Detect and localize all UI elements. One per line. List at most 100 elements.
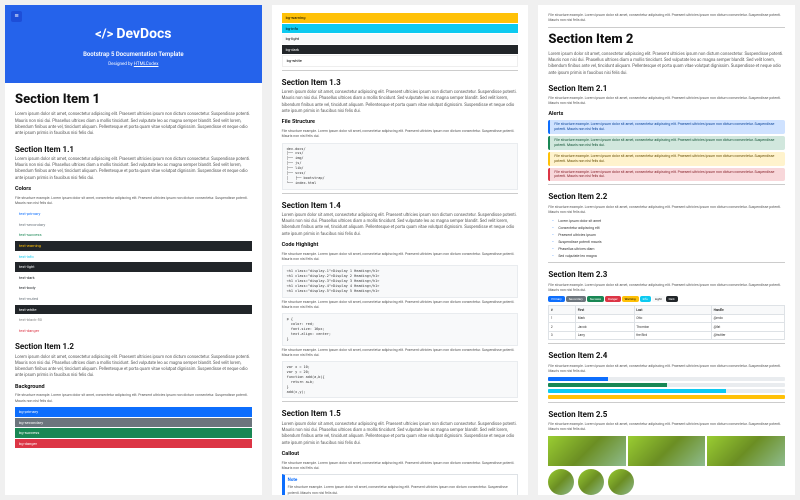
circle-images xyxy=(548,469,785,495)
text-light-swatch: text-light xyxy=(15,262,252,272)
content-area-1: Section Item 1 Lorem ipsum dolor sit ame… xyxy=(5,83,262,495)
designer-link[interactable]: HTMLCodex xyxy=(134,62,159,67)
list-item: Consectetur adipiscing elit xyxy=(552,225,785,232)
alerts-heading: Alerts xyxy=(548,111,785,119)
section-1-desc: Lorem ipsum dolor sit amet, consectetur … xyxy=(15,112,252,137)
circle-image xyxy=(608,469,634,495)
preview-column-1: ≡ </> DevDocs Bootstrap 5 Documentation … xyxy=(5,5,262,495)
css-code-desc: File structure example. Lorem ipsum dolo… xyxy=(282,300,519,311)
divider xyxy=(548,184,785,185)
badge: Primary xyxy=(548,296,564,302)
filetree-code: dev-docs/ ├── css/ ├── img/ ├── js/ ├── … xyxy=(282,143,519,190)
section-1-5-title: Section Item 1.5 xyxy=(282,408,519,419)
badge: Danger xyxy=(605,296,621,302)
badge-row: PrimarySecondarySuccessDangerWarningInfo… xyxy=(548,296,785,303)
bg-danger-swatch: bg-danger xyxy=(15,439,252,449)
bg-secondary-swatch: bg-secondary xyxy=(15,418,252,428)
colors-heading: Colors xyxy=(15,186,252,194)
text-secondary-swatch: text-secondary xyxy=(15,220,252,230)
preview-column-2: bg-warning bg-info bg-light bg-dark bg-w… xyxy=(272,5,529,495)
css-code-block: p { color: red; font-size: 16px; text-al… xyxy=(282,313,519,345)
alert-success: File structure example. Lorem ipsum dolo… xyxy=(548,136,785,150)
text-info-swatch: text-info xyxy=(15,252,252,262)
section-2-5-title: Section Item 2.5 xyxy=(548,409,785,420)
progress-success xyxy=(548,383,785,387)
callout-heading: Callout xyxy=(282,451,519,459)
section-2-2-desc: File structure example. Lorem ipsum dolo… xyxy=(548,205,785,216)
bg-warning-swatch: bg-warning xyxy=(282,13,519,23)
divider xyxy=(282,70,519,71)
list-item: Suspendisse potenti mauris xyxy=(552,239,785,246)
section-1-3-desc: Lorem ipsum dolor sit amet, consectetur … xyxy=(282,90,519,115)
section-1-5-desc: Lorem ipsum dolor sit amet, consectetur … xyxy=(282,422,519,447)
data-table: #FirstLastHandle1MarkOtto@mdo2JacobThorn… xyxy=(548,305,785,340)
codehighlight-desc: File structure example. Lorem ipsum dolo… xyxy=(282,252,519,263)
image-placeholder xyxy=(628,436,706,466)
filestructure-desc: File structure example. Lorem ipsum dolo… xyxy=(282,129,519,140)
circle-image xyxy=(548,469,574,495)
text-white-swatch: text-white xyxy=(15,305,252,315)
divider xyxy=(282,193,519,194)
colors-desc: File structure example. Lorem ipsum dolo… xyxy=(15,196,252,207)
bg-info-swatch: bg-info xyxy=(282,24,519,34)
bg-white-swatch: bg-white xyxy=(282,55,519,67)
divider xyxy=(548,262,785,263)
badge: Dark xyxy=(666,296,678,302)
hero: ≡ </> DevDocs Bootstrap 5 Documentation … xyxy=(5,5,262,83)
list-item: Phasellus ultrices diam xyxy=(552,246,785,253)
bg-success-swatch: bg-success xyxy=(15,428,252,438)
section-1-2-title: Section Item 1.2 xyxy=(15,341,252,352)
section-1-title: Section Item 1 xyxy=(15,91,252,109)
section-2-1-desc: File structure example. Lorem ipsum dolo… xyxy=(548,96,785,107)
codehighlight-heading: Code Highlight xyxy=(282,242,519,250)
divider xyxy=(282,401,519,402)
section-2-2-title: Section Item 2.2 xyxy=(548,191,785,202)
alert-warning: File structure example. Lorem ipsum dolo… xyxy=(548,152,785,166)
section-2-3-title: Section Item 2.3 xyxy=(548,269,785,280)
progress-warning xyxy=(548,395,785,399)
divider xyxy=(548,343,785,344)
js-code-desc: File structure example. Lorem ipsum dolo… xyxy=(282,348,519,359)
bg-primary-swatch: bg-primary xyxy=(15,407,252,417)
divider xyxy=(548,27,785,28)
progress-primary xyxy=(548,377,785,381)
section-2-5-desc: File structure example. Lorem ipsum dolo… xyxy=(548,422,785,433)
preview-column-3: File structure example. Lorem ipsum dolo… xyxy=(538,5,795,495)
callout-body: File structure example. Lorem ipsum dolo… xyxy=(288,485,515,495)
badge: Light xyxy=(652,296,665,302)
progress-info xyxy=(548,389,785,393)
html-code-block: <h1 class="display-1">Display 1 Heading<… xyxy=(282,265,519,297)
circle-image xyxy=(578,469,604,495)
section-2-4-title: Section Item 2.4 xyxy=(548,350,785,361)
divider xyxy=(548,402,785,403)
table-row: 2JacobThornton@fat xyxy=(549,323,785,331)
section-1-2-desc: Lorem ipsum dolor sit amet, consectetur … xyxy=(15,355,252,380)
code-icon: </> xyxy=(95,26,113,44)
text-body-swatch: text-body xyxy=(15,283,252,293)
text-warning-swatch: text-warning xyxy=(15,241,252,251)
section-1-3-title: Section Item 1.3 xyxy=(282,77,519,88)
badge: Info xyxy=(640,296,651,302)
list-item: Praesent ultricies ipsum xyxy=(552,232,785,239)
text-primary-swatch: text-primary xyxy=(15,209,252,219)
badge: Warning xyxy=(622,296,639,302)
badge: Success xyxy=(587,296,604,302)
section-2-desc: Lorem ipsum dolor sit amet, consectetur … xyxy=(548,52,785,77)
badge: Secondary xyxy=(566,296,586,302)
section-2-4-desc: File structure example. Lorem ipsum dolo… xyxy=(548,364,785,375)
text-dark-swatch: text-dark xyxy=(15,273,252,283)
image-placeholder xyxy=(548,436,626,466)
hero-credit: Designed by HTMLCodex xyxy=(15,62,252,68)
menu-button[interactable]: ≡ xyxy=(11,11,22,22)
top-desc: File structure example. Lorem ipsum dolo… xyxy=(548,13,785,24)
callout-note: Note File structure example. Lorem ipsum… xyxy=(282,474,519,495)
callout-title: Note xyxy=(288,478,515,484)
bullet-list: Lorem ipsum dolor sit ametConsectetur ad… xyxy=(548,218,785,259)
text-black50-swatch: text-black-50 xyxy=(15,315,252,325)
hero-subtitle: Bootstrap 5 Documentation Template xyxy=(15,51,252,59)
section-1-1-desc: Lorem ipsum dolor sit amet, consectetur … xyxy=(15,157,252,182)
table-row: 1MarkOtto@mdo xyxy=(549,314,785,322)
text-muted-swatch: text-muted xyxy=(15,294,252,304)
table-row: 3Larrythe Bird@twitter xyxy=(549,331,785,339)
section-1-1-title: Section Item 1.1 xyxy=(15,144,252,155)
